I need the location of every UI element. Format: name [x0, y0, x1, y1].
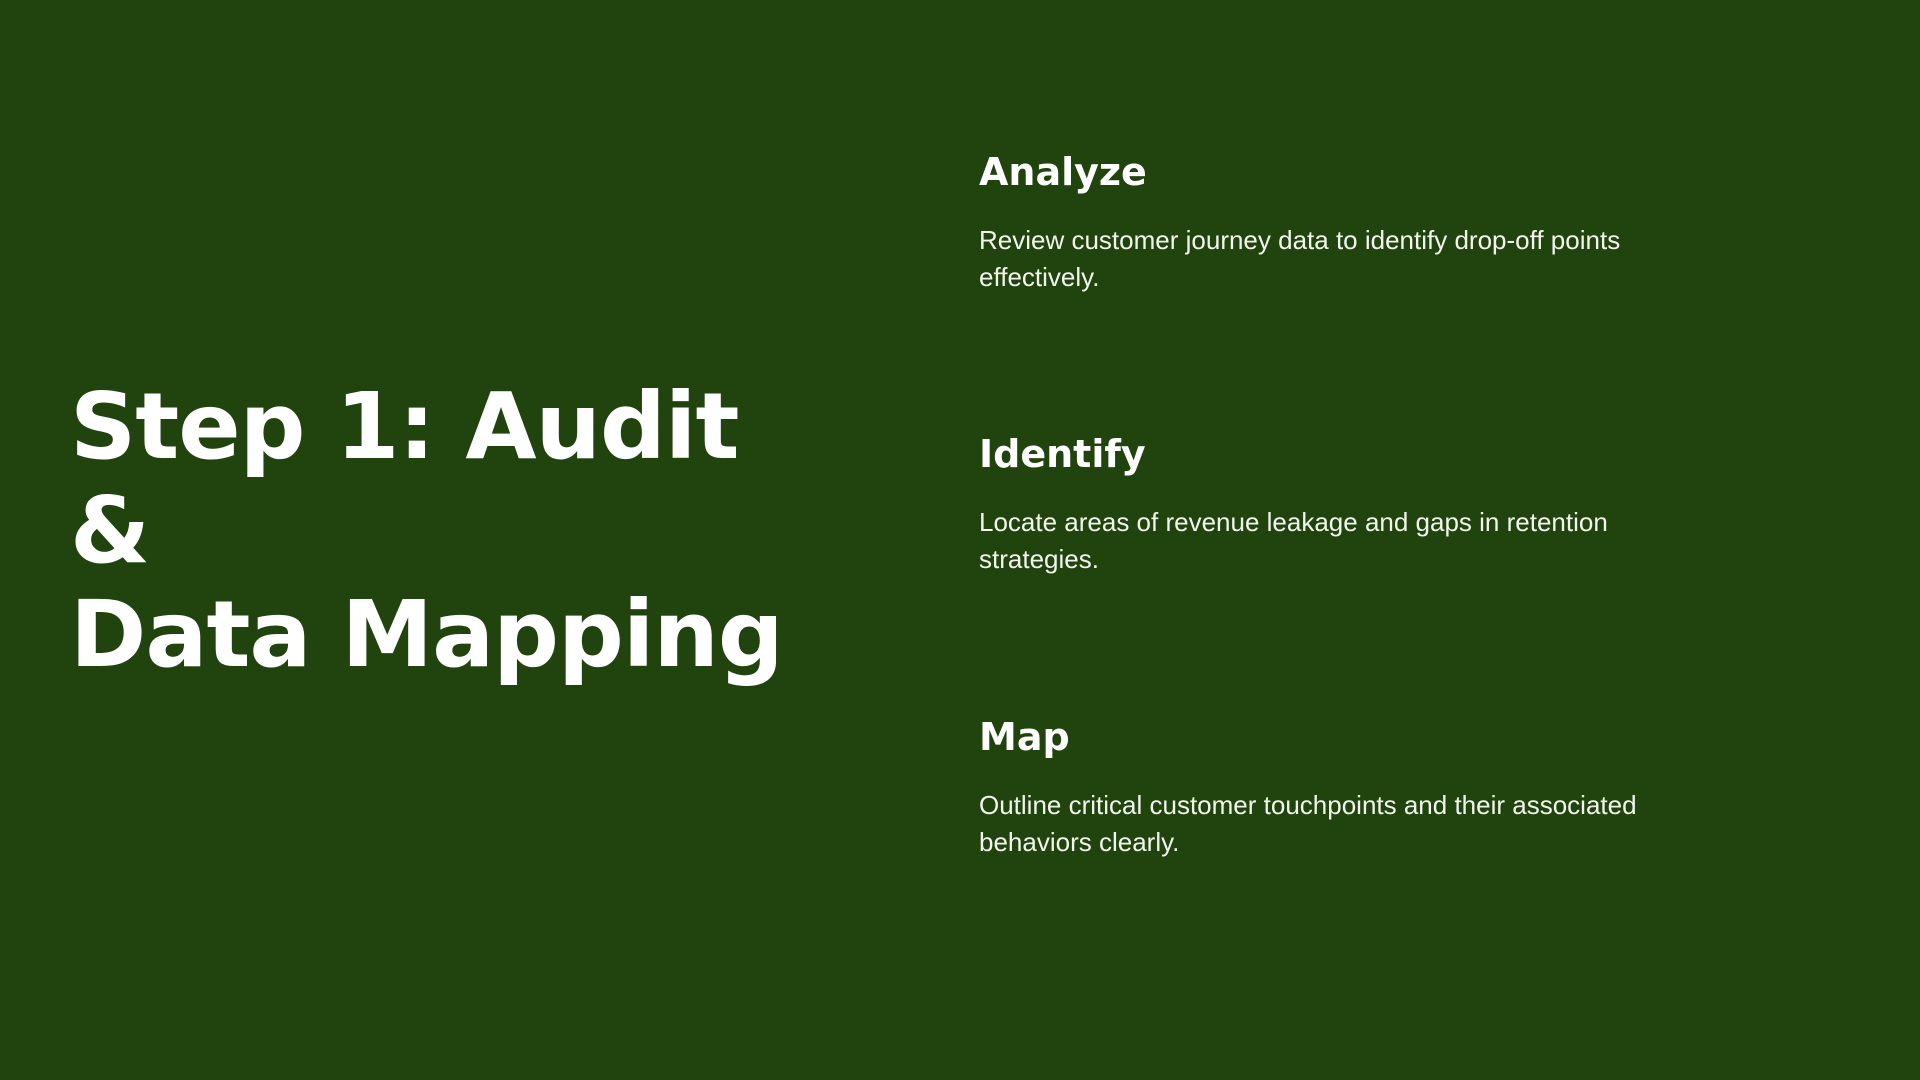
step-item-heading: Analyze: [979, 150, 1147, 194]
step-item-description: Review customer journey data to identify…: [979, 225, 1621, 292]
step-item-description: Locate areas of revenue leakage and gaps…: [979, 507, 1608, 574]
step-item-map: Map Outline critical customer touchpoint…: [979, 713, 1699, 861]
step-item-description: Outline critical customer touchpoints an…: [979, 790, 1637, 857]
slide-title-line-1: Step 1: Audit &: [70, 373, 739, 584]
slide-title-line-2: Data Mapping: [70, 581, 784, 688]
step-item-heading: Map: [979, 715, 1070, 759]
step-item-analyze: Analyze Review customer journey data to …: [979, 148, 1699, 296]
step-item-identify: Identify Locate areas of revenue leakage…: [979, 430, 1699, 578]
step-items: Analyze Review customer journey data to …: [979, 0, 1699, 1080]
step-item-heading: Identify: [979, 432, 1146, 476]
slide: Step 1: Audit & Data Mapping Analyze Rev…: [0, 0, 1920, 1080]
slide-title: Step 1: Audit & Data Mapping: [70, 375, 790, 687]
